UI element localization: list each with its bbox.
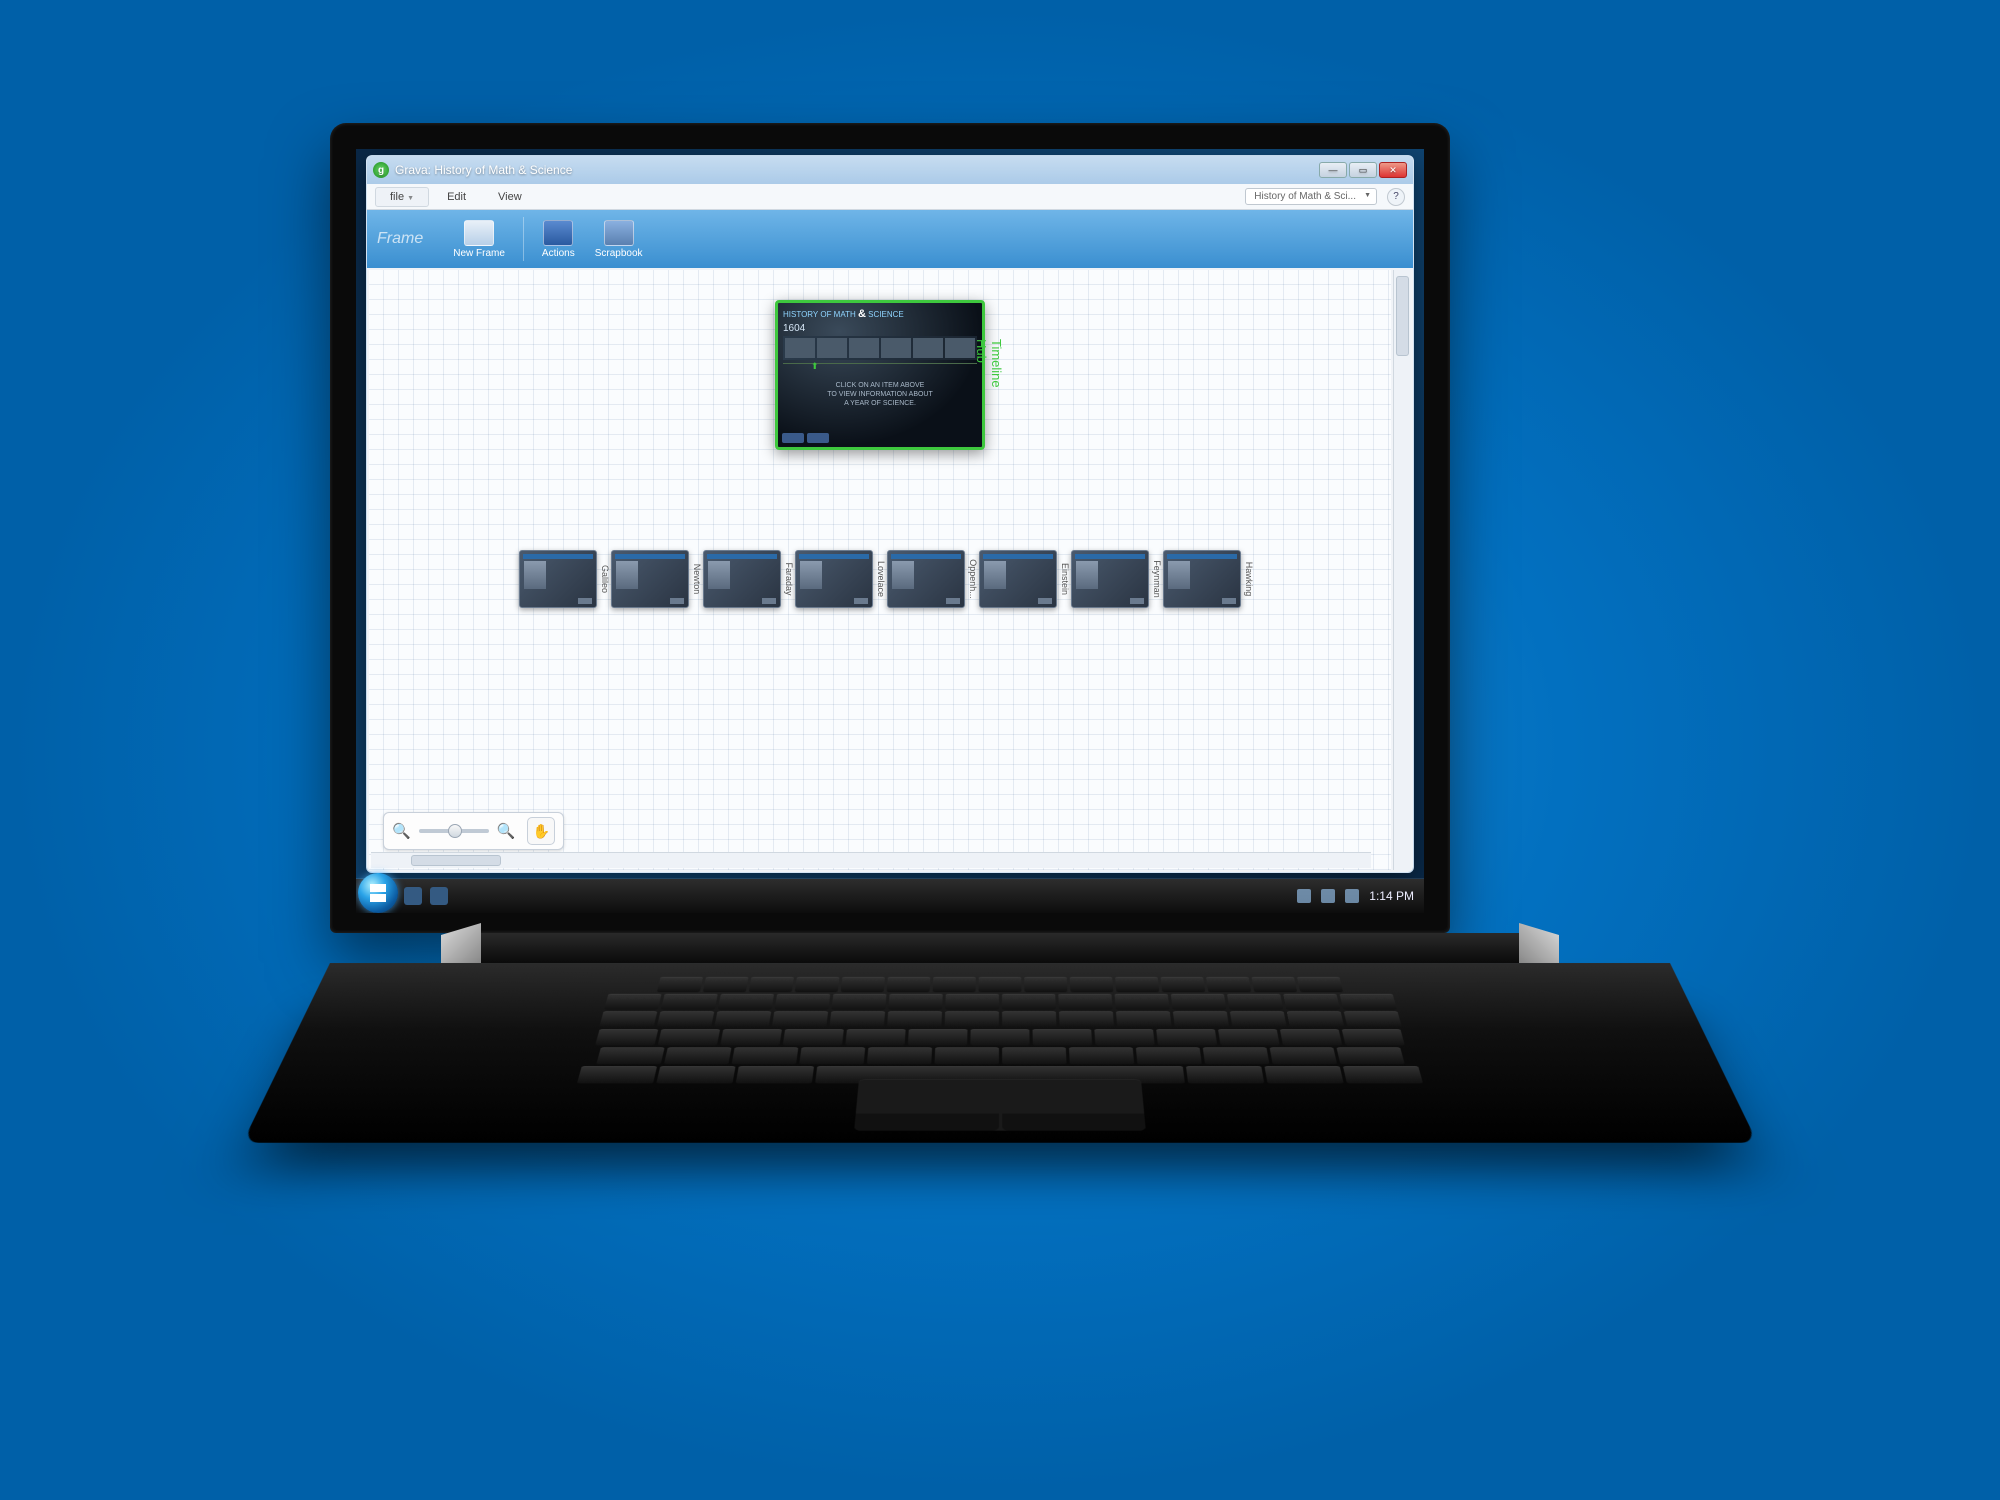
menu-edit[interactable]: Edit bbox=[433, 188, 480, 206]
app-icon: g bbox=[373, 162, 389, 178]
keyboard bbox=[470, 977, 1530, 1075]
app-window: g Grava: History of Math & Science — ▭ ✕… bbox=[366, 155, 1414, 873]
pan-hand-button[interactable]: ✋ bbox=[527, 817, 555, 845]
zoom-in-icon[interactable]: 🔍 bbox=[497, 822, 516, 840]
hub-hint-text: CLICK ON AN ITEM ABOVE TO VIEW INFORMATI… bbox=[783, 381, 977, 408]
ribbon-section-label: Frame bbox=[377, 230, 423, 248]
hub-title: HISTORY OF MATH & SCIENCE bbox=[783, 308, 977, 320]
laptop-base bbox=[242, 963, 1757, 1143]
window-title: Grava: History of Math & Science bbox=[395, 163, 572, 177]
timeline-card[interactable]: Newton bbox=[611, 550, 689, 608]
maximize-button[interactable]: ▭ bbox=[1349, 162, 1377, 178]
zoom-slider[interactable] bbox=[419, 829, 489, 833]
card-label: Hawking bbox=[1244, 562, 1254, 597]
actions-icon bbox=[543, 220, 573, 246]
laptop-frame: g Grava: History of Math & Science — ▭ ✕… bbox=[330, 123, 1670, 1263]
menu-file[interactable]: file ▼ bbox=[375, 187, 429, 207]
menu-view[interactable]: View bbox=[484, 188, 536, 206]
project-dropdown[interactable]: History of Math & Sci... bbox=[1245, 188, 1377, 205]
card-label: Galileo bbox=[600, 565, 610, 593]
tray-volume-icon[interactable] bbox=[1345, 889, 1359, 903]
start-orb[interactable] bbox=[358, 873, 398, 913]
zoom-slider-thumb[interactable] bbox=[448, 824, 462, 838]
tray-network-icon[interactable] bbox=[1321, 889, 1335, 903]
timeline-hub-node[interactable]: HISTORY OF MATH & SCIENCE 1604 CLICK ON … bbox=[775, 300, 985, 450]
card-label: Feynman bbox=[1152, 560, 1162, 598]
zoom-panel: 🔍 🔍 ✋ bbox=[383, 812, 564, 850]
timeline-card[interactable]: Lovelace bbox=[795, 550, 873, 608]
new-frame-label: New Frame bbox=[453, 248, 505, 259]
card-label: Oppenh... bbox=[968, 559, 978, 599]
zoom-out-icon[interactable]: 🔍 bbox=[392, 822, 411, 840]
system-tray: 1:14 PM bbox=[1297, 889, 1424, 903]
scrapbook-button[interactable]: Scrapbook bbox=[587, 218, 651, 261]
window-controls: — ▭ ✕ bbox=[1319, 162, 1407, 178]
laptop-hinge bbox=[465, 933, 1535, 963]
ribbon-separator bbox=[523, 217, 524, 261]
hub-footer-buttons bbox=[782, 433, 829, 443]
actions-label: Actions bbox=[542, 248, 575, 259]
connector-lines bbox=[369, 270, 669, 420]
taskbar-clock[interactable]: 1:14 PM bbox=[1369, 889, 1414, 903]
actions-button[interactable]: Actions bbox=[534, 218, 583, 261]
hub-side-label: Timeline Hub bbox=[974, 339, 1004, 411]
menubar: file ▼ Edit View History of Math & Sci..… bbox=[367, 184, 1413, 210]
hscroll-thumb[interactable] bbox=[411, 855, 501, 866]
touchpad bbox=[854, 1079, 1146, 1131]
help-button[interactable]: ? bbox=[1387, 188, 1405, 206]
horizontal-scrollbar[interactable] bbox=[371, 852, 1371, 868]
new-frame-icon bbox=[464, 220, 494, 246]
canvas-area: HISTORY OF MATH & SCIENCE 1604 CLICK ON … bbox=[367, 268, 1413, 872]
quick-launch-icon[interactable] bbox=[404, 887, 422, 905]
quick-launch-icon[interactable] bbox=[430, 887, 448, 905]
card-label: Faraday bbox=[784, 562, 794, 595]
new-frame-button[interactable]: New Frame bbox=[445, 218, 513, 261]
timeline-card[interactable]: Feynman bbox=[1071, 550, 1149, 608]
timeline-card[interactable]: Oppenh... bbox=[887, 550, 965, 608]
hub-year: 1604 bbox=[783, 323, 977, 334]
hub-timeline-ruler bbox=[783, 363, 977, 373]
card-label: Newton bbox=[692, 564, 702, 595]
quick-launch bbox=[404, 879, 448, 913]
hub-thumbnail-strip bbox=[783, 336, 977, 360]
screen: g Grava: History of Math & Science — ▭ ✕… bbox=[356, 149, 1424, 913]
child-nodes-row: GalileoNewtonFaradayLovelaceOppenh...Ein… bbox=[369, 550, 1391, 608]
timeline-card[interactable]: Galileo bbox=[519, 550, 597, 608]
scrapbook-label: Scrapbook bbox=[595, 248, 643, 259]
tray-icon[interactable] bbox=[1297, 889, 1311, 903]
card-label: Lovelace bbox=[876, 561, 886, 597]
taskbar: 1:14 PM bbox=[356, 879, 1424, 913]
timeline-card[interactable]: Einstein bbox=[979, 550, 1057, 608]
ribbon: Frame New Frame Actions Scrapbook bbox=[367, 210, 1413, 268]
timeline-card[interactable]: Faraday bbox=[703, 550, 781, 608]
vscroll-thumb[interactable] bbox=[1396, 276, 1409, 356]
close-button[interactable]: ✕ bbox=[1379, 162, 1407, 178]
screen-bezel: g Grava: History of Math & Science — ▭ ✕… bbox=[330, 123, 1450, 933]
canvas[interactable]: HISTORY OF MATH & SCIENCE 1604 CLICK ON … bbox=[369, 270, 1391, 870]
scrapbook-icon bbox=[604, 220, 634, 246]
minimize-button[interactable]: — bbox=[1319, 162, 1347, 178]
card-label: Einstein bbox=[1060, 563, 1070, 595]
timeline-card[interactable]: Hawking bbox=[1163, 550, 1241, 608]
vertical-scrollbar[interactable] bbox=[1393, 270, 1411, 870]
titlebar[interactable]: g Grava: History of Math & Science — ▭ ✕ bbox=[367, 156, 1413, 184]
